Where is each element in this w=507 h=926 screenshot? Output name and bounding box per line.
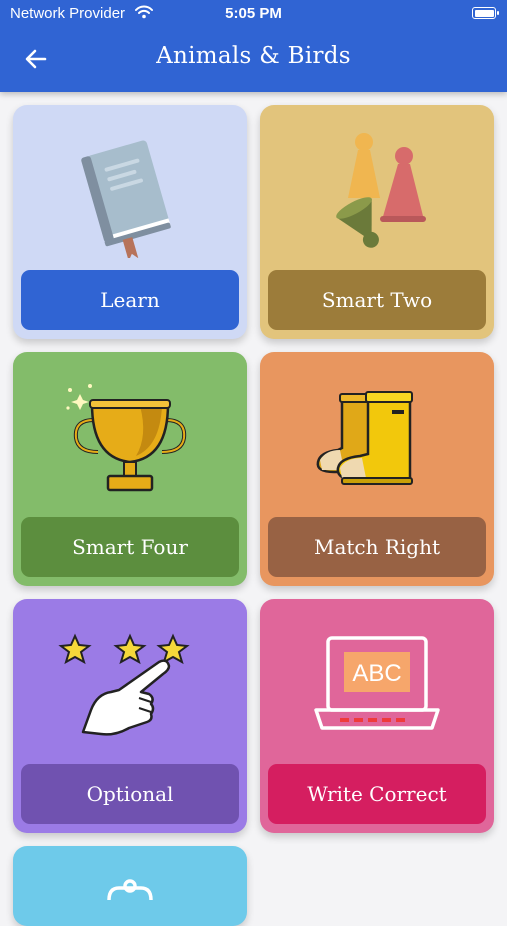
match-right-card[interactable]: Match Right bbox=[260, 352, 494, 586]
app-bar: Network Provider 5:05 PM Animals & Birds bbox=[0, 0, 507, 92]
learn-card[interactable]: Learn bbox=[13, 105, 247, 339]
smart-two-card[interactable]: Smart Two bbox=[260, 105, 494, 339]
battery-icon bbox=[472, 7, 499, 19]
page-title: Animals & Birds bbox=[156, 43, 351, 69]
optional-card[interactable]: Optional bbox=[13, 599, 247, 833]
trophy-icon bbox=[13, 366, 247, 514]
hand-stars-icon bbox=[13, 613, 247, 761]
learn-label: Learn bbox=[21, 270, 239, 330]
status-time: 5:05 PM bbox=[225, 5, 282, 22]
write-correct-card[interactable]: ABC Write Correct bbox=[260, 599, 494, 833]
partial-card[interactable] bbox=[13, 846, 247, 926]
partial-card-icon bbox=[107, 879, 153, 901]
book-icon bbox=[13, 119, 247, 267]
write-correct-label: Write Correct bbox=[268, 764, 486, 824]
match-right-label: Match Right bbox=[268, 517, 486, 577]
laptop-screen-text: ABC bbox=[352, 660, 401, 687]
smart-two-label: Smart Two bbox=[268, 270, 486, 330]
smart-four-label: Smart Four bbox=[21, 517, 239, 577]
status-bar: Network Provider 5:05 PM bbox=[0, 0, 507, 28]
boots-icon bbox=[260, 366, 494, 514]
smart-four-card[interactable]: Smart Four bbox=[13, 352, 247, 586]
optional-label: Optional bbox=[21, 764, 239, 824]
laptop-abc-icon: ABC bbox=[260, 613, 494, 761]
game-pieces-icon bbox=[260, 119, 494, 267]
